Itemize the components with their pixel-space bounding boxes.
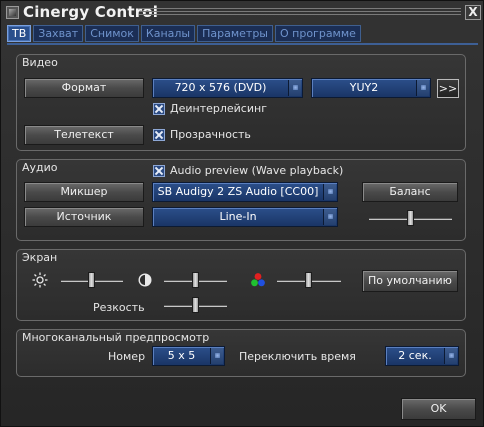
- contrast-icon: [138, 273, 152, 287]
- dropdown-arrow-icon[interactable]: [323, 184, 336, 200]
- tab-settings[interactable]: Параметры: [197, 25, 273, 42]
- deinterlace-checkbox[interactable]: [153, 103, 165, 115]
- source-button[interactable]: Источник: [24, 207, 144, 227]
- number-dropdown[interactable]: 5 x 5: [152, 346, 225, 366]
- title-bar[interactable]: Cinergy Control X: [3, 3, 483, 22]
- audio-preview-label: Audio preview (Wave playback): [170, 164, 344, 177]
- mixer-button[interactable]: Микшер: [24, 182, 144, 202]
- video-group-label: Видео: [22, 56, 58, 69]
- dropdown-arrow-icon[interactable]: [288, 80, 301, 96]
- mixer-device-value: SB Audigy 2 ZS Audio [CC00]: [157, 185, 319, 198]
- number-value: 5 x 5: [167, 349, 196, 362]
- dropdown-arrow-icon[interactable]: [444, 348, 457, 364]
- transparency-label: Прозрачность: [170, 128, 251, 141]
- number-label: Номер: [108, 350, 146, 363]
- sharpness-slider-thumb[interactable]: [191, 297, 199, 313]
- ok-button[interactable]: OK: [401, 398, 476, 420]
- switch-time-label: Переключить время: [239, 350, 356, 363]
- brightness-slider-thumb[interactable]: [88, 272, 95, 288]
- tab-about[interactable]: О программе: [275, 25, 361, 42]
- format-button[interactable]: Формат: [24, 78, 144, 98]
- resolution-dropdown[interactable]: 720 x 576 (DVD): [152, 78, 303, 98]
- close-button[interactable]: X: [465, 5, 481, 20]
- mixer-device-dropdown[interactable]: SB Audigy 2 ZS Audio [CC00]: [152, 182, 338, 202]
- dropdown-arrow-icon[interactable]: [416, 80, 429, 96]
- tab-tv[interactable]: ТВ: [7, 25, 32, 42]
- tab-bar: ТВ Захват Снимок Каналы Параметры О прог…: [7, 25, 361, 43]
- title-bar-stripes: [139, 8, 461, 17]
- colorspace-dropdown[interactable]: YUY2: [311, 78, 431, 98]
- tab-channels[interactable]: Каналы: [140, 25, 196, 42]
- tab-capture[interactable]: Захват: [33, 25, 84, 42]
- sharpness-label: Резкость: [93, 301, 145, 314]
- color-slider-thumb[interactable]: [305, 272, 312, 288]
- deinterlace-label: Деинтерлейсинг: [170, 102, 267, 115]
- more-options-button[interactable]: >>: [437, 79, 459, 98]
- dropdown-arrow-icon[interactable]: [323, 209, 336, 225]
- transparency-checkbox[interactable]: [153, 129, 165, 141]
- switch-time-dropdown[interactable]: 2 сек.: [385, 346, 459, 366]
- dropdown-arrow-icon[interactable]: [210, 348, 223, 364]
- audio-group-label: Аудио: [22, 161, 58, 174]
- brightness-sun-icon: [32, 272, 48, 288]
- default-button[interactable]: По умолчанию: [362, 270, 458, 292]
- window-title: Cinergy Control: [23, 3, 159, 21]
- teletext-button[interactable]: Телетекст: [24, 125, 144, 145]
- balance-button[interactable]: Баланс: [362, 182, 458, 202]
- cinergy-control-window: Cinergy Control X ТВ Захват Снимок Канал…: [0, 0, 484, 427]
- rgb-color-icon: [251, 273, 265, 287]
- multichannel-group-label: Многоканальный предпросмотр: [22, 331, 210, 344]
- colorspace-value: YUY2: [349, 81, 379, 94]
- audio-preview-checkbox[interactable]: [153, 165, 165, 177]
- tab-underline: [7, 43, 478, 45]
- tab-snapshot[interactable]: Снимок: [85, 25, 139, 42]
- source-dropdown[interactable]: Line-In: [152, 207, 338, 227]
- screen-group-label: Экран: [22, 251, 58, 264]
- switch-time-value: 2 сек.: [398, 349, 432, 362]
- source-value: Line-In: [219, 210, 257, 223]
- app-icon: [6, 6, 19, 19]
- resolution-value: 720 x 576 (DVD): [174, 81, 267, 94]
- balance-slider-thumb[interactable]: [406, 210, 414, 226]
- contrast-slider-thumb[interactable]: [191, 272, 199, 288]
